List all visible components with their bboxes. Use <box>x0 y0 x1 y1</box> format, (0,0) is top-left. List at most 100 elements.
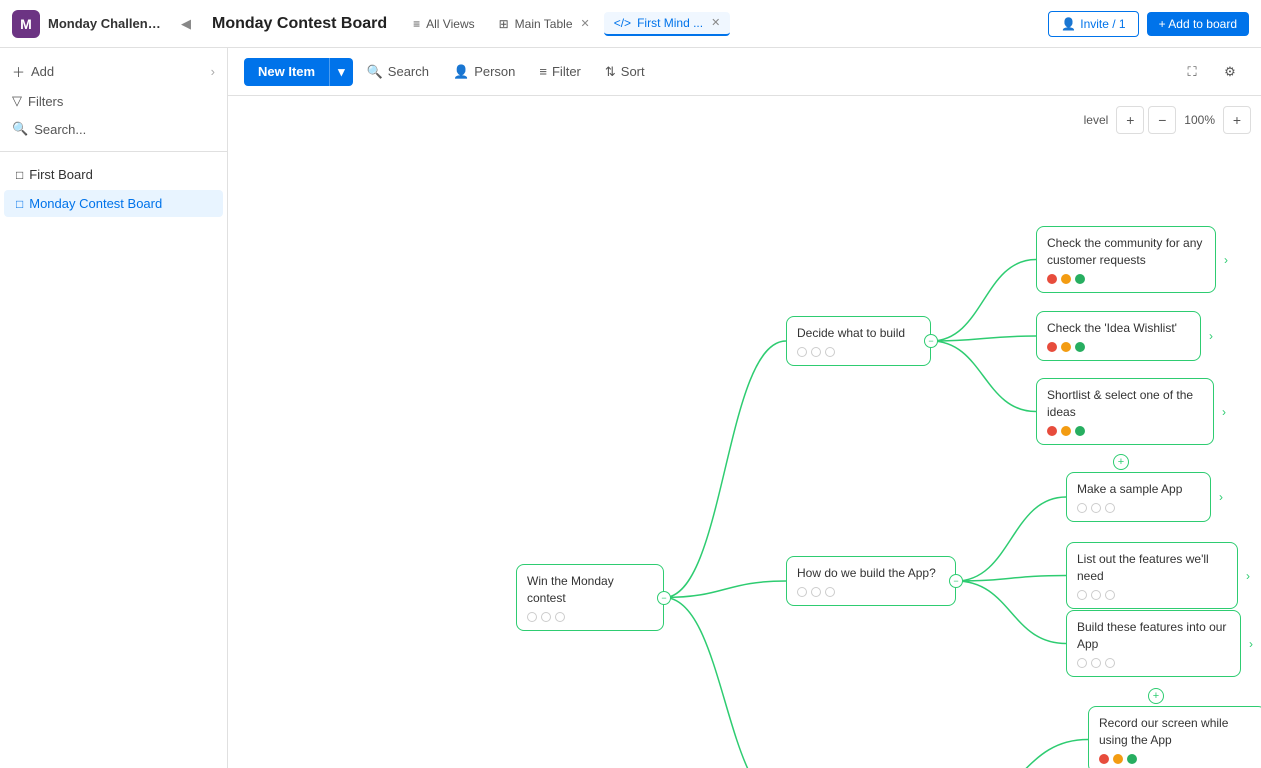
expand-plus-1[interactable]: + <box>1148 688 1164 704</box>
main-layout: ＋ Add › ▽ Filters 🔍 Search... □ First Bo… <box>0 48 1261 768</box>
dot-empty <box>811 347 821 357</box>
collapse-win[interactable]: − <box>657 591 671 605</box>
sidebar-monday-label: Monday Contest Board <box>29 196 162 211</box>
sidebar-collapse-button[interactable]: ◀ <box>176 14 196 34</box>
node-record-screen[interactable]: Record our screen while using the App <box>1088 706 1261 768</box>
node-label-build-features: Build these features into our App <box>1077 619 1230 653</box>
node-label-sample-app: Make a sample App <box>1077 481 1200 498</box>
node-decide[interactable]: Decide what to build <box>786 316 931 366</box>
tab-all-views[interactable]: ≡ All Views <box>403 13 484 35</box>
filter-button[interactable]: ≡ Filter <box>529 59 590 84</box>
mind-icon: </> <box>614 16 631 30</box>
arrow-build-features[interactable]: › <box>1243 636 1259 652</box>
workspace-name: Monday Challenge Wor... <box>48 16 168 31</box>
dot-empty <box>1105 503 1115 513</box>
dot-orange <box>1061 274 1071 284</box>
node-how-build[interactable]: How do we build the App? <box>786 556 956 606</box>
arrow-list-features[interactable]: › <box>1240 568 1256 584</box>
dot-empty <box>797 587 807 597</box>
sidebar: ＋ Add › ▽ Filters 🔍 Search... □ First Bo… <box>0 48 228 768</box>
toolbar-right: ⛶ ⚙ <box>1177 57 1245 87</box>
tab-main-table-close[interactable]: ✕ <box>581 17 590 30</box>
tab-main-table-label: Main Table <box>515 17 573 31</box>
zoom-out-button[interactable]: − <box>1148 106 1176 134</box>
node-sample-app[interactable]: Make a sample App <box>1066 472 1211 522</box>
node-label-record-screen: Record our screen while using the App <box>1099 715 1255 749</box>
tab-first-mind-close[interactable]: ✕ <box>711 16 720 29</box>
add-board-label: + Add to board <box>1159 17 1237 31</box>
dot-green <box>1075 426 1085 436</box>
arrow-sample-app[interactable]: › <box>1213 489 1229 505</box>
fullscreen-button[interactable]: ⛶ <box>1177 57 1207 87</box>
sort-label: Sort <box>621 64 645 79</box>
sidebar-divider <box>0 151 227 152</box>
dot-empty <box>1105 658 1115 668</box>
node-label-how-build: How do we build the App? <box>797 565 945 582</box>
dot-green <box>1075 274 1085 284</box>
person-button[interactable]: 👤 Person <box>443 59 525 85</box>
filter-icon: ▽ <box>12 93 22 109</box>
invite-button[interactable]: 👤 Invite / 1 <box>1048 11 1138 37</box>
node-shortlist[interactable]: Shortlist & select one of the ideas <box>1036 378 1214 445</box>
dot-empty <box>1091 590 1101 600</box>
dot-green <box>1075 342 1085 352</box>
dot-empty <box>797 347 807 357</box>
filters-label: Filters <box>28 94 63 109</box>
node-label-list-features: List out the features we'll need <box>1077 551 1227 585</box>
sidebar-item-first-board[interactable]: □ First Board <box>4 161 223 188</box>
node-dots-build-features <box>1077 658 1230 668</box>
node-dots-decide <box>797 347 920 357</box>
tab-bar: ≡ All Views ⊞ Main Table ✕ </> First Min… <box>403 12 1048 36</box>
level-add-button[interactable]: + <box>1116 106 1144 134</box>
mindmap-canvas: level + − 100% + Win the Monday contestD… <box>228 96 1261 768</box>
tab-first-mind[interactable]: </> First Mind ... ✕ <box>604 12 731 36</box>
node-check-wishlist[interactable]: Check the 'Idea Wishlist' <box>1036 311 1201 361</box>
dot-red <box>1099 754 1109 764</box>
board-icon-first: □ <box>16 168 23 182</box>
collapse-decide[interactable]: − <box>924 334 938 348</box>
node-label-decide: Decide what to build <box>797 325 920 342</box>
node-win[interactable]: Win the Monday contest <box>516 564 664 631</box>
sort-button[interactable]: ⇅ Sort <box>595 59 655 85</box>
invite-icon: 👤 <box>1061 17 1076 31</box>
search-action[interactable]: 🔍 Search... <box>0 115 227 143</box>
tab-main-table[interactable]: ⊞ Main Table ✕ <box>489 13 600 35</box>
search-label: Search... <box>34 122 86 137</box>
add-action[interactable]: ＋ Add › <box>0 56 227 87</box>
dot-orange <box>1113 754 1123 764</box>
sidebar-item-monday-contest[interactable]: □ Monday Contest Board <box>4 190 223 217</box>
collapse-how-build[interactable]: − <box>949 574 963 588</box>
new-item-dropdown-arrow[interactable]: ▾ <box>329 58 353 86</box>
tab-first-mind-label: First Mind ... <box>637 16 703 30</box>
node-check-community[interactable]: Check the community for any customer req… <box>1036 226 1216 293</box>
dot-empty <box>1091 503 1101 513</box>
new-item-button[interactable]: New Item ▾ <box>244 58 353 86</box>
dot-red <box>1047 274 1057 284</box>
arrow-shortlist[interactable]: › <box>1216 404 1232 420</box>
sort-icon: ⇅ <box>605 64 616 80</box>
arrow-check-community[interactable]: › <box>1218 252 1234 268</box>
arrow-check-wishlist[interactable]: › <box>1203 328 1219 344</box>
dot-empty <box>527 612 537 622</box>
add-board-button[interactable]: + Add to board <box>1147 12 1249 36</box>
dot-green <box>1127 754 1137 764</box>
header-right: 👤 Invite / 1 + Add to board <box>1048 11 1249 37</box>
add-icon: ＋ <box>12 62 25 81</box>
settings-button[interactable]: ⚙ <box>1215 57 1245 87</box>
views-icon: ≡ <box>413 17 420 31</box>
search-button[interactable]: 🔍 Search <box>357 59 439 85</box>
dot-red <box>1047 342 1057 352</box>
filter-toolbar-icon: ≡ <box>539 64 547 79</box>
zoom-label: 100% <box>1180 113 1219 127</box>
filters-action[interactable]: ▽ Filters <box>0 87 227 115</box>
node-dots-shortlist <box>1047 426 1203 436</box>
node-label-win: Win the Monday contest <box>527 573 653 607</box>
zoom-in-button[interactable]: + <box>1223 106 1251 134</box>
node-build-features[interactable]: Build these features into our App <box>1066 610 1241 677</box>
tab-all-views-label: All Views <box>426 17 474 31</box>
dot-empty <box>1077 590 1087 600</box>
table-icon: ⊞ <box>499 17 509 31</box>
expand-plus-0[interactable]: + <box>1113 454 1129 470</box>
dot-empty <box>1077 658 1087 668</box>
node-list-features[interactable]: List out the features we'll need <box>1066 542 1238 609</box>
